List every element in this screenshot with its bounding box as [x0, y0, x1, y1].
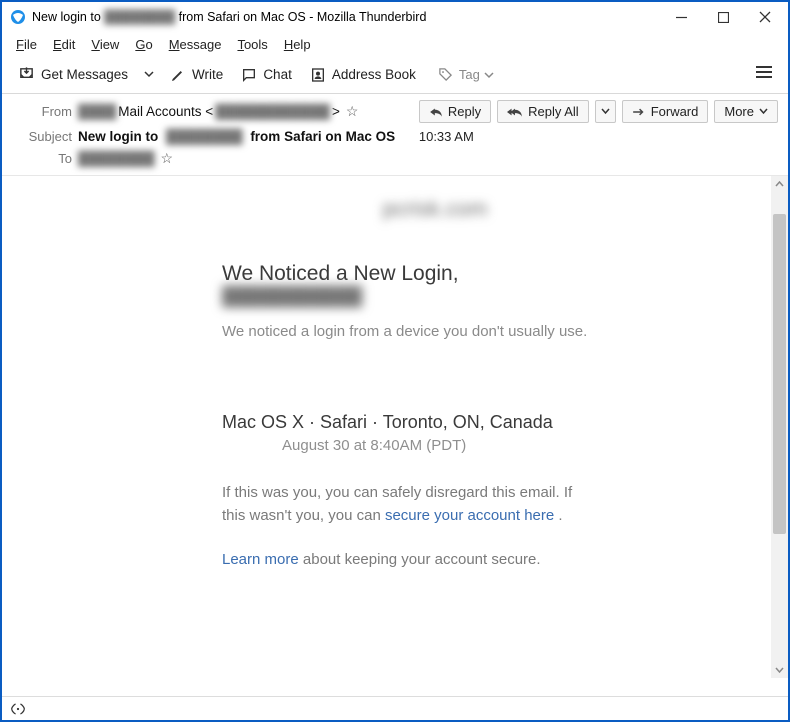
mail-para2-b: about keeping your account secure.: [303, 551, 541, 568]
reply-all-dropdown[interactable]: [595, 100, 616, 123]
message-actions: Reply Reply All Forward More: [419, 100, 778, 123]
reply-label: Reply: [448, 104, 481, 119]
write-label: Write: [192, 67, 223, 82]
scrollbar-thumb[interactable]: [773, 214, 786, 534]
from-text: Mail Accounts <: [118, 104, 213, 119]
to-label: To: [12, 151, 72, 166]
more-button[interactable]: More: [714, 100, 778, 123]
menu-help[interactable]: HelpHelp: [276, 35, 319, 54]
scroll-down-button[interactable]: [771, 661, 788, 678]
mail-heading: We Noticed a New Login,: [222, 262, 588, 286]
menubar: FFileile EditEdit ViewView GoGo MessageM…: [2, 32, 788, 56]
forward-label: Forward: [651, 104, 699, 119]
window-title: New login to ████████ from Safari on Mac…: [32, 10, 660, 24]
menu-message[interactable]: MessageMessage: [161, 35, 230, 54]
address-book-label: Address Book: [332, 67, 416, 82]
title-email-blur: ████████: [104, 10, 175, 24]
message-body-viewport: pcrisk.com We Noticed a New Login, █████…: [2, 176, 788, 678]
menu-go[interactable]: GoGo: [127, 35, 160, 54]
mail-paragraph-2: Learn more about keeping your account se…: [222, 549, 588, 572]
minimize-button[interactable]: [660, 2, 702, 32]
email-content: pcrisk.com We Noticed a New Login, █████…: [2, 176, 788, 614]
scroll-up-button[interactable]: [771, 176, 788, 193]
to-blur: ████████: [78, 151, 155, 166]
learn-more-link[interactable]: Learn more: [222, 551, 299, 568]
mail-date-line: August 30 at 8:40AM (PDT): [222, 437, 588, 454]
maximize-button[interactable]: [702, 2, 744, 32]
mail-paragraph-1: If this was you, you can safely disregar…: [222, 482, 588, 527]
title-prefix: New login to: [32, 10, 101, 24]
pencil-icon: [170, 67, 186, 83]
scrollbar-track[interactable]: [771, 176, 788, 678]
from-blur1: ████: [78, 104, 116, 119]
from-label: From: [12, 104, 72, 119]
mail-para1-b: .: [554, 507, 562, 524]
mail-device-line: Mac OS X · Safari · Toronto, ON, Canada: [222, 412, 588, 433]
subject-prefix: New login to: [78, 129, 158, 144]
activity-icon[interactable]: [10, 702, 26, 716]
mail-lead-text: We noticed a login from a device you don…: [222, 321, 588, 342]
reply-all-label: Reply All: [528, 104, 579, 119]
chat-icon: [241, 67, 257, 83]
inbox-icon: [18, 66, 35, 83]
reply-icon: [429, 106, 443, 118]
thunderbird-icon: [10, 9, 26, 25]
to-value: ████████ ☆: [78, 150, 413, 167]
forward-icon: [632, 107, 646, 117]
star-button-to[interactable]: ☆: [161, 150, 174, 167]
subject-value: New login to ████████ from Safari on Mac…: [78, 129, 413, 144]
forward-button[interactable]: Forward: [622, 100, 709, 123]
chat-label: Chat: [263, 67, 292, 82]
reply-all-icon: [507, 106, 523, 118]
message-header: From ████ Mail Accounts < ████████████ >…: [2, 94, 788, 171]
get-messages-button[interactable]: Get Messages: [10, 62, 136, 87]
chevron-down-icon: [759, 107, 768, 116]
address-book-button[interactable]: Address Book: [302, 63, 424, 87]
write-button[interactable]: Write: [162, 63, 231, 87]
mail-email-blur: ███████████: [222, 286, 588, 307]
tag-label: Tag: [459, 67, 480, 82]
more-label: More: [724, 104, 754, 119]
reply-button[interactable]: Reply: [419, 100, 491, 123]
statusbar: [2, 696, 788, 720]
menu-view[interactable]: ViewView: [83, 35, 127, 54]
subject-suffix: from Safari on Mac OS: [250, 129, 395, 144]
get-messages-dropdown[interactable]: [138, 62, 160, 88]
tag-icon: [438, 67, 453, 82]
app-menu-button[interactable]: [748, 61, 780, 88]
subject-label: Subject: [12, 129, 72, 144]
from-close: >: [332, 104, 340, 119]
reply-all-button[interactable]: Reply All: [497, 100, 589, 123]
secure-account-link[interactable]: secure your account here: [385, 507, 554, 524]
toolbar: Get Messages Write Chat Address Book Tag: [2, 56, 788, 94]
address-book-icon: [310, 67, 326, 83]
get-messages-label: Get Messages: [41, 67, 128, 82]
chat-button[interactable]: Chat: [233, 63, 300, 87]
close-button[interactable]: [744, 2, 786, 32]
tag-button[interactable]: Tag: [432, 63, 500, 86]
menu-file[interactable]: FFileile: [8, 35, 45, 54]
chevron-down-icon: [484, 70, 494, 80]
from-blur2: ████████████: [215, 104, 330, 119]
from-value: ████ Mail Accounts < ████████████ > ☆: [78, 103, 413, 120]
star-button[interactable]: ☆: [346, 103, 359, 120]
hamburger-icon: [756, 65, 772, 79]
menu-edit[interactable]: EditEdit: [45, 35, 83, 54]
mail-logo-blur: pcrisk.com: [282, 196, 588, 222]
title-suffix: from Safari on Mac OS - Mozilla Thunderb…: [179, 10, 427, 24]
message-time: 10:33 AM: [419, 129, 778, 144]
menu-tools[interactable]: ToolsTools: [229, 35, 275, 54]
subject-blur: ████████: [166, 129, 243, 144]
titlebar: New login to ████████ from Safari on Mac…: [2, 2, 788, 32]
